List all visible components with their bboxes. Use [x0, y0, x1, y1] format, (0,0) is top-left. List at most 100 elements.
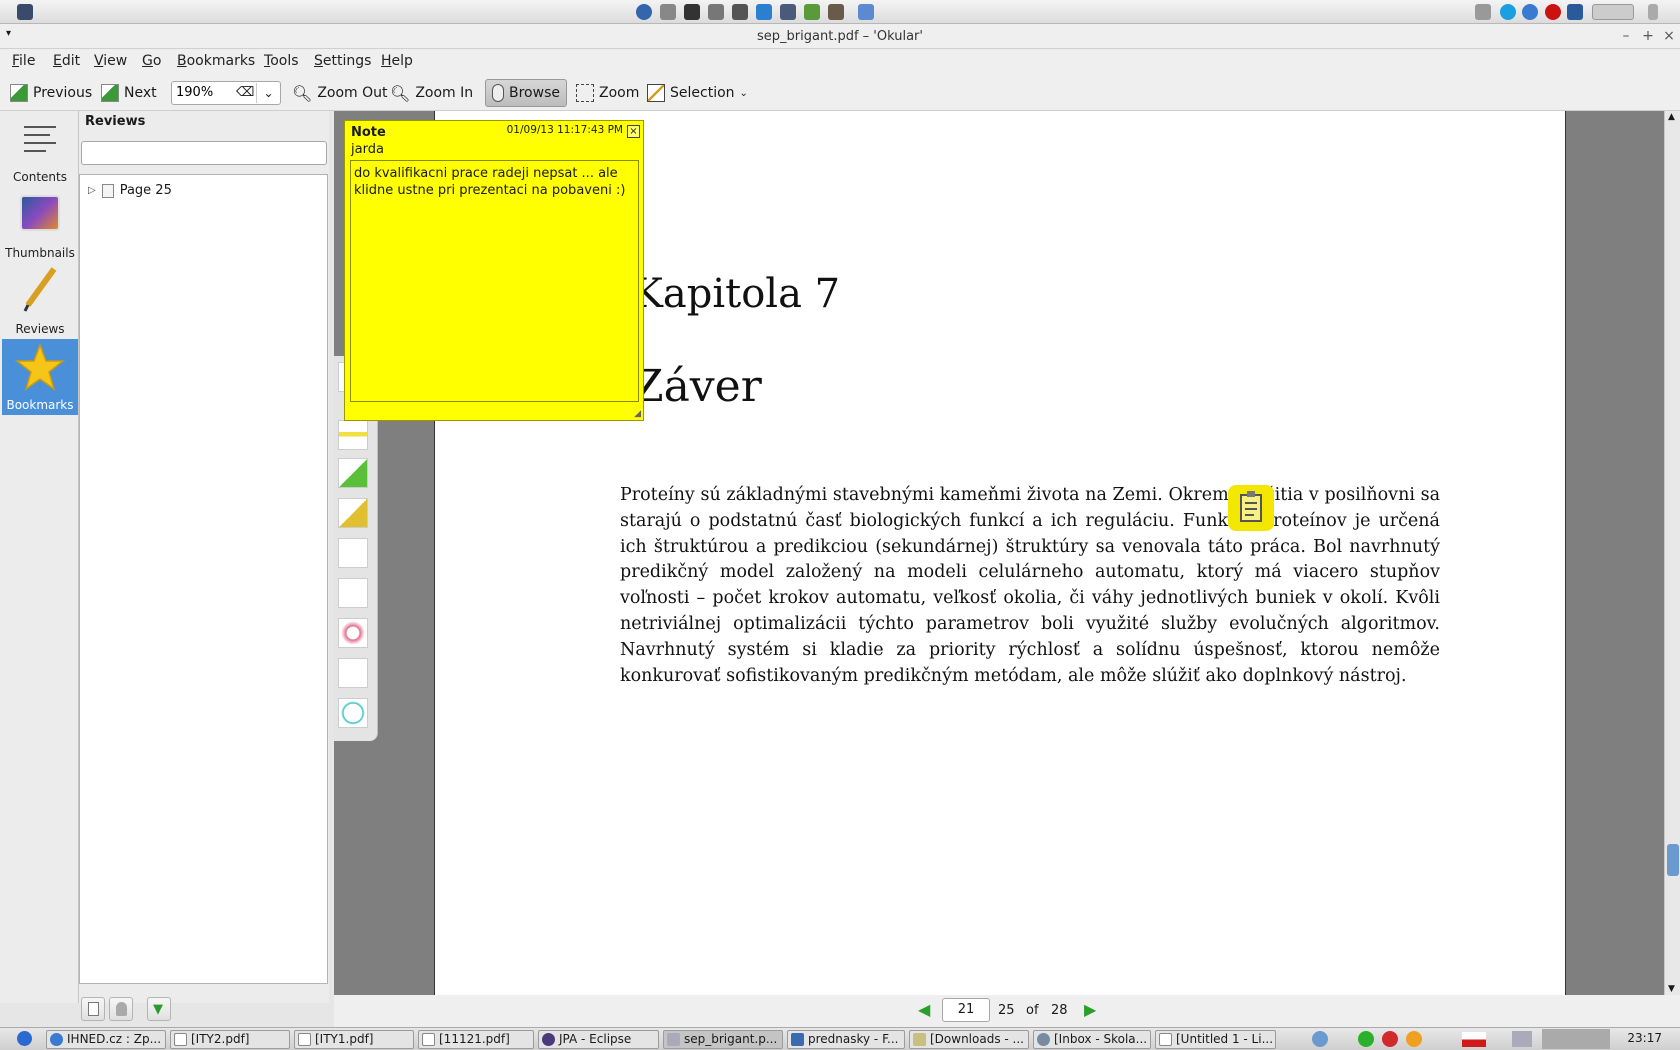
anno-ellipse-icon[interactable] — [338, 618, 368, 648]
task-ihned[interactable]: IHNED.cz : Zp... — [46, 1030, 166, 1049]
tray-workspaces-icon[interactable] — [1592, 4, 1634, 20]
zoom-out-button[interactable]: 🔍︎ Zoom Out — [286, 79, 394, 107]
current-page-only-button[interactable]: ▼ — [147, 997, 171, 1021]
resize-grip-icon[interactable]: ◢ — [634, 409, 641, 419]
document-icon — [422, 1033, 435, 1046]
task-untitled[interactable]: [Untitled 1 - Li... — [1155, 1030, 1276, 1049]
sidebar-tab-contents[interactable]: Contents — [2, 111, 78, 187]
clipboard-icon — [1240, 491, 1262, 522]
note-popup[interactable]: Note 01/09/13 11:17:43 PM × jarda do kva… — [344, 120, 644, 421]
anno-green-pen-icon[interactable] — [338, 458, 368, 488]
task-sep-brigant[interactable]: sep_brigant.p... — [663, 1030, 783, 1049]
tray-sync-icon[interactable] — [1522, 4, 1538, 20]
browse-button[interactable]: Browse — [485, 79, 567, 107]
note-marker-icon[interactable] — [1228, 485, 1274, 531]
menu-go[interactable]: Go — [142, 53, 161, 69]
app-menu-icon[interactable] — [17, 4, 33, 20]
sidebar-tab-label: Thumbnails — [5, 246, 75, 260]
close-icon[interactable]: × — [1661, 28, 1677, 44]
task-ity2[interactable]: [ITY2.pdf] — [170, 1030, 290, 1049]
close-icon[interactable]: × — [627, 125, 640, 138]
zoom-input[interactable] — [176, 85, 236, 100]
browser-icon — [50, 1033, 63, 1046]
tray-display-icon[interactable] — [1512, 1031, 1532, 1047]
sidebar-tab-reviews[interactable]: Reviews — [2, 263, 78, 339]
zoom-out-label: Zoom Out — [317, 85, 388, 101]
task-inbox[interactable]: [Inbox - Skola... — [1033, 1030, 1151, 1049]
kde-launcher-icon[interactable] — [17, 1031, 32, 1046]
maximize-icon[interactable]: + — [1640, 28, 1656, 44]
zoom-tool-label: Zoom — [599, 85, 640, 101]
group-by-author-button[interactable] — [109, 997, 133, 1021]
reviews-title: Reviews — [85, 114, 146, 129]
zoom-tool-button[interactable]: Zoom — [570, 79, 645, 107]
anno-squiggle-icon[interactable] — [338, 538, 368, 568]
launcher-folder-icon[interactable] — [858, 4, 874, 20]
launcher-files-icon[interactable] — [660, 4, 676, 20]
task-11121[interactable]: [11121.pdf] — [418, 1030, 534, 1049]
note-date: 01/09/13 11:17:43 PM — [506, 124, 623, 136]
launcher-download-icon[interactable] — [756, 4, 772, 20]
next-page-arrow-icon[interactable]: ▶ — [1084, 1000, 1096, 1019]
scrollbar-thumb[interactable] — [1667, 844, 1679, 876]
clear-text-icon[interactable]: ⌫ — [236, 85, 254, 100]
anno-inline-note-icon[interactable] — [338, 420, 368, 450]
sidebar-tab-thumbnails[interactable]: Thumbnails — [2, 187, 78, 263]
task-label: [Inbox - Skola... — [1054, 1032, 1148, 1046]
vertical-scrollbar[interactable]: ▲ ▼ — [1664, 111, 1680, 995]
launcher-terminal-icon[interactable] — [684, 4, 700, 20]
pager-desktop-icon[interactable] — [1542, 1029, 1610, 1049]
launcher-music-icon[interactable] — [804, 4, 820, 20]
tray-battery-icon — [1648, 4, 1658, 20]
tray-warning-icon[interactable] — [1406, 1031, 1422, 1047]
tray-check-icon[interactable] — [1358, 1031, 1374, 1047]
menu-bookmarks[interactable]: Bookmarks — [177, 53, 255, 69]
tray-network-icon[interactable] — [1567, 4, 1583, 20]
next-button[interactable]: Next — [95, 79, 163, 107]
sidebar-tab-bookmarks[interactable]: Bookmarks — [2, 339, 78, 415]
task-prednasky[interactable]: prednasky - F... — [787, 1030, 905, 1049]
launcher-editor-icon[interactable] — [780, 4, 796, 20]
group-by-page-button[interactable] — [81, 997, 105, 1021]
anno-polygon-icon[interactable] — [338, 698, 368, 728]
reviews-search-input[interactable] — [81, 141, 327, 165]
tree-item-page[interactable]: ▷ Page 25 — [88, 183, 172, 198]
previous-button[interactable]: Previous — [4, 79, 98, 107]
anno-underline-icon[interactable] — [338, 578, 368, 608]
scroll-down-icon[interactable]: ▼ — [1668, 984, 1675, 994]
tray-notes-icon[interactable] — [1475, 4, 1491, 20]
menu-tools[interactable]: Tools — [264, 53, 299, 69]
zoom-in-button[interactable]: 🔍︎ Zoom In — [384, 79, 479, 107]
scroll-up-icon[interactable]: ▲ — [1668, 112, 1675, 122]
menu-settings[interactable]: Settings — [314, 53, 371, 69]
note-text-area[interactable]: do kvalifikacni prace radeji nepsat ... … — [350, 160, 639, 402]
launcher-search-icon[interactable] — [732, 4, 748, 20]
menu-file[interactable]: File — [12, 53, 35, 69]
tray-opera-icon[interactable] — [1545, 4, 1561, 20]
menu-view[interactable]: View — [94, 53, 127, 69]
task-eclipse[interactable]: JPA - Eclipse — [538, 1030, 659, 1049]
selection-button[interactable]: Selection ⌄ — [641, 79, 754, 107]
task-downloads[interactable]: [Downloads - ... — [909, 1030, 1029, 1049]
launcher-tools-icon[interactable] — [708, 4, 724, 20]
anno-highlighter-icon[interactable] — [338, 498, 368, 528]
chevron-down-icon[interactable]: ⌄ — [256, 83, 280, 103]
previous-page-arrow-icon[interactable]: ◀ — [918, 1000, 930, 1019]
task-label: JPA - Eclipse — [559, 1032, 632, 1046]
keyboard-layout-flag-icon[interactable] — [1462, 1032, 1486, 1047]
launcher-globe-icon[interactable] — [636, 4, 652, 20]
selection-label: Selection — [670, 85, 735, 101]
launcher-gimp-icon[interactable] — [828, 4, 844, 20]
menu-help[interactable]: Help — [381, 53, 413, 69]
anno-strikeout-icon[interactable] — [338, 658, 368, 688]
page-icon — [88, 1002, 99, 1016]
minimize-icon[interactable]: – — [1618, 28, 1634, 44]
tray-skype-icon[interactable] — [1500, 4, 1516, 20]
menu-edit[interactable]: Edit — [53, 53, 80, 69]
tray-share-icon[interactable] — [1312, 1031, 1328, 1047]
task-ity1[interactable]: [ITY1.pdf] — [294, 1030, 414, 1049]
expand-arrow-icon[interactable]: ▷ — [88, 185, 96, 196]
tray-alert-icon[interactable] — [1382, 1031, 1398, 1047]
zoom-combobox[interactable]: ⌫ ⌄ — [171, 81, 281, 105]
page-number-input[interactable]: 21 — [942, 998, 990, 1022]
